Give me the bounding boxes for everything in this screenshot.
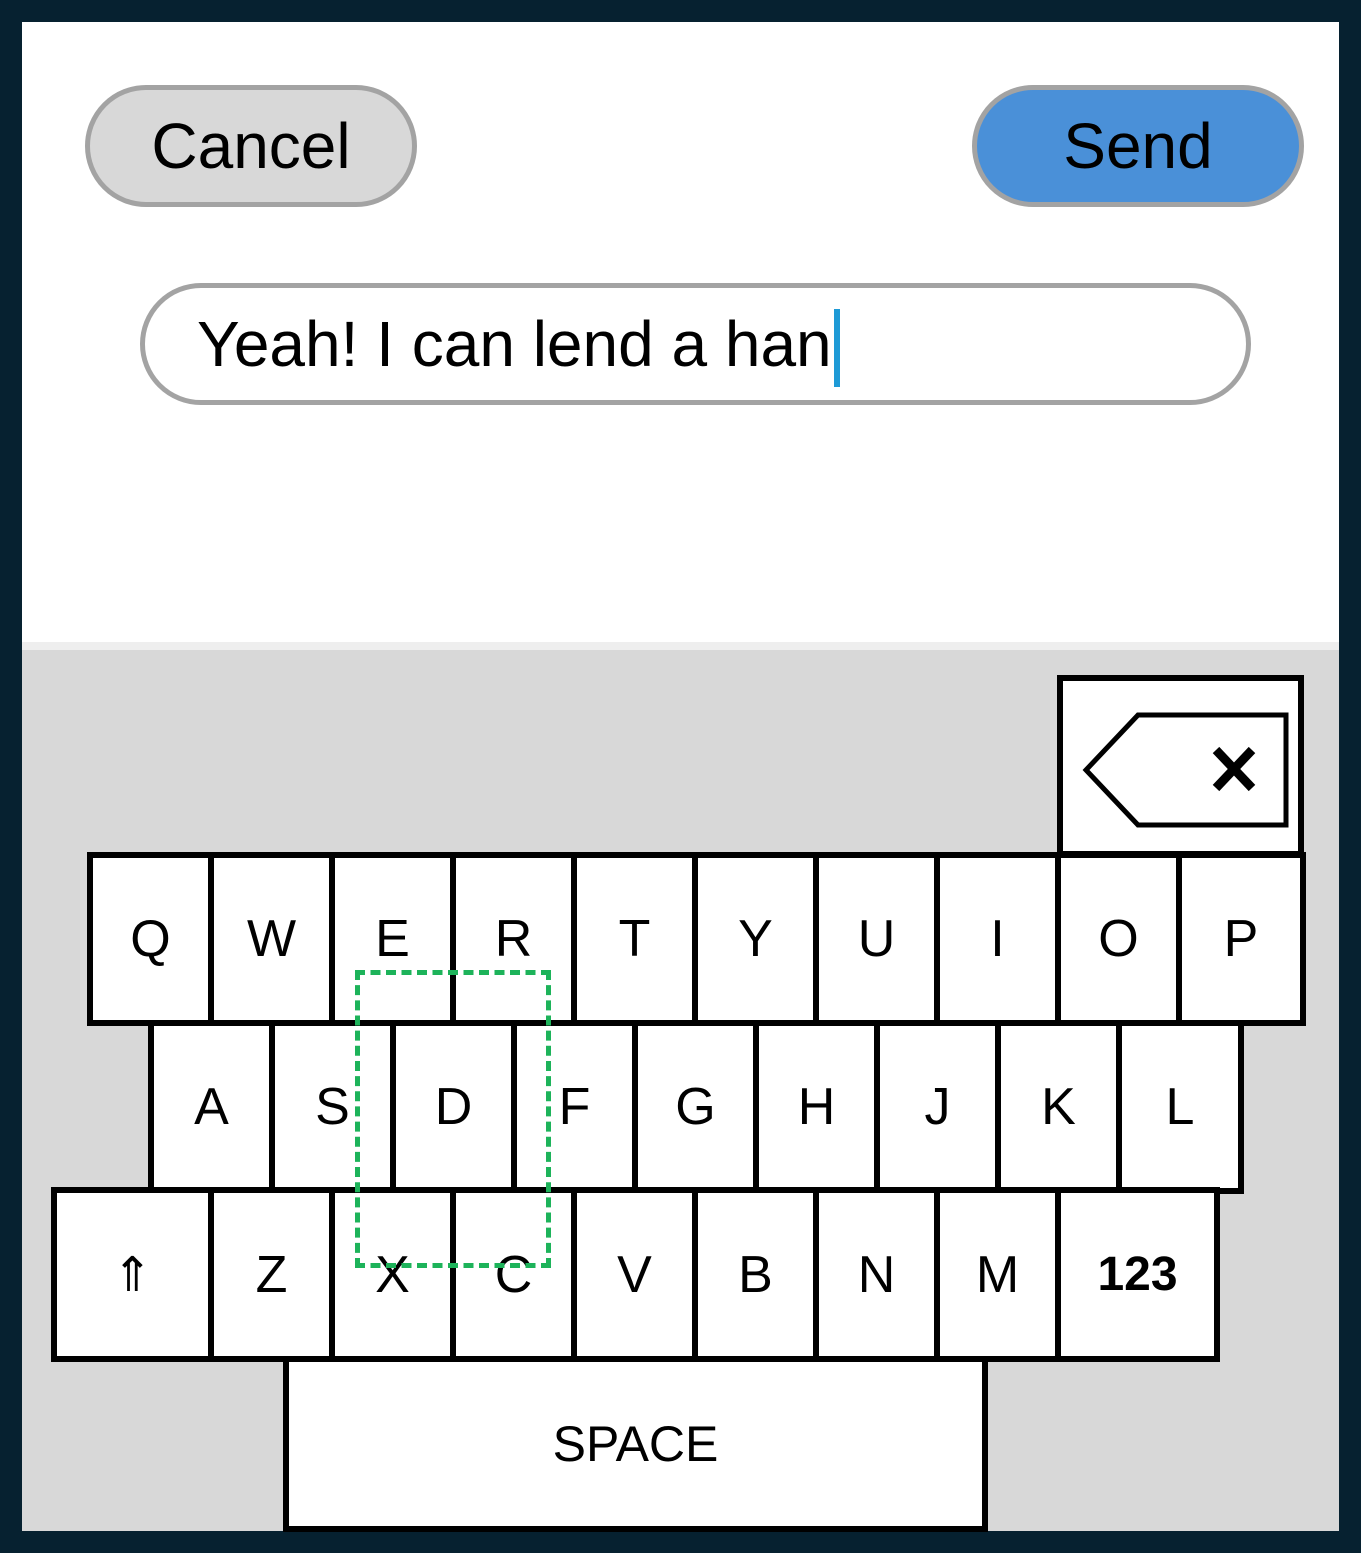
key-g[interactable]: G [632,1020,759,1194]
send-button[interactable]: Send [972,85,1304,207]
key-e[interactable]: E [329,852,456,1026]
key-f[interactable]: F [511,1020,638,1194]
key-c[interactable]: C [450,1187,577,1362]
key-z[interactable]: Z [208,1187,335,1362]
key-h[interactable]: H [753,1020,880,1194]
key-k[interactable]: K [995,1020,1122,1194]
key-u[interactable]: U [813,852,940,1026]
backspace-icon [1082,712,1289,828]
key-l[interactable]: L [1116,1020,1244,1194]
message-text: Yeah! I can lend a han [197,308,832,380]
key-i[interactable]: I [934,852,1061,1026]
key-w[interactable]: W [208,852,335,1026]
key-j[interactable]: J [874,1020,1001,1194]
text-caret [833,309,840,387]
shift-key[interactable]: ⇑ [51,1187,214,1362]
key-q[interactable]: Q [87,852,214,1026]
key-x[interactable]: X [329,1187,456,1362]
key-m[interactable]: M [934,1187,1061,1362]
key-s[interactable]: S [269,1020,396,1194]
key-a[interactable]: A [148,1020,275,1194]
space-key[interactable]: SPACE [283,1356,988,1532]
message-input[interactable]: Yeah! I can lend a han [140,283,1251,405]
backspace-key[interactable] [1057,675,1304,857]
cancel-button[interactable]: Cancel [85,85,417,207]
key-t[interactable]: T [571,852,698,1026]
key-v[interactable]: V [571,1187,698,1362]
key-r[interactable]: R [450,852,577,1026]
key-o[interactable]: O [1055,852,1182,1026]
key-y[interactable]: Y [692,852,819,1026]
key-n[interactable]: N [813,1187,940,1362]
key-b[interactable]: B [692,1187,819,1362]
key-d[interactable]: D [390,1020,517,1194]
key-p[interactable]: P [1176,852,1306,1026]
numbers-key[interactable]: 123 [1055,1187,1220,1362]
